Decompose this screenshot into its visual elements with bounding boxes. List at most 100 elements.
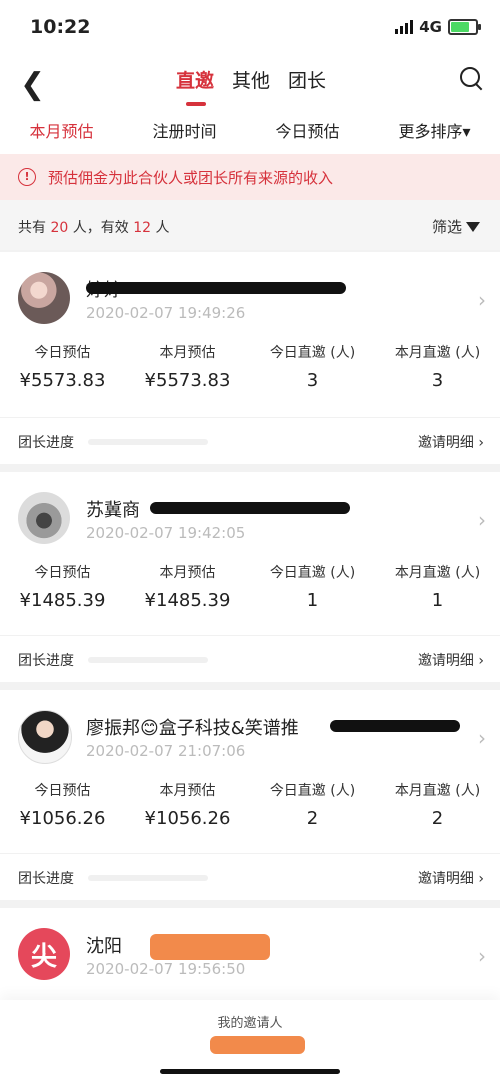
stat-value: ¥5573.83 xyxy=(19,370,106,391)
member-card: 廖振邦😊盒子科技&笑谱推 2020-02-07 21:07:06 › 今日预估 ¥… xyxy=(0,690,500,900)
member-card: 婷婷 2020-02-07 19:49:26 › 今日预估¥5573.83 本月… xyxy=(0,252,500,464)
summary-prefix: 共有 xyxy=(18,220,51,236)
back-icon[interactable]: ❮ xyxy=(20,67,45,102)
chevron-right-icon: › xyxy=(478,435,484,451)
stat-label: 今日预估 xyxy=(34,783,91,799)
card-footer: 团长进度 邀请明细 › xyxy=(0,635,500,682)
summary-suffix: 人 xyxy=(151,220,170,236)
summary-middle: 人，有效 xyxy=(68,220,134,236)
member-date: 2020-02-07 19:42:05 xyxy=(86,524,246,542)
tab-other[interactable]: 其他 xyxy=(232,66,270,93)
tab-direct-invite[interactable]: 直邀 xyxy=(176,66,214,106)
invite-detail-label: 邀请明细 xyxy=(417,653,474,669)
navbar: ❮ 直邀 其他 团长 xyxy=(0,58,500,106)
stat-value: 3 xyxy=(431,370,444,391)
member-date: 2020-02-07 19:56:50 xyxy=(86,960,246,978)
progress-bar xyxy=(88,439,208,445)
stat-label: 今日预估 xyxy=(34,345,91,361)
progress-bar xyxy=(88,657,208,663)
network-label: 4G xyxy=(419,18,442,36)
chevron-right-icon[interactable]: › xyxy=(478,726,486,750)
sort-month-estimate[interactable]: 本月预估 xyxy=(29,118,93,142)
progress-label: 团长进度 xyxy=(18,871,74,887)
filter-button[interactable]: 筛选 xyxy=(432,216,480,237)
avatar xyxy=(18,272,70,324)
progress-bar xyxy=(88,875,208,881)
filter-icon xyxy=(466,221,480,232)
stat-value: 1 xyxy=(306,590,319,611)
chevron-right-icon: › xyxy=(478,653,484,669)
invite-detail-link[interactable]: 邀请明细 › xyxy=(418,432,484,452)
member-stats: 今日预估 ¥1056.26 本月预估 ¥1056.26 今日直邀 (人) 2 本月直邀… xyxy=(0,780,500,829)
stat-value: 3 xyxy=(306,370,319,391)
stat-label: 本月直邀 (人) xyxy=(394,565,481,581)
invite-detail-link[interactable]: 邀请明细 › xyxy=(418,650,484,670)
sort-bar: 本月预估 注册时间 今日预估 更多排序▾ xyxy=(0,106,500,154)
chevron-right-icon[interactable]: › xyxy=(478,944,486,968)
redaction-scribble xyxy=(150,934,270,960)
progress-label: 团长进度 xyxy=(18,653,74,669)
invite-detail-link[interactable]: 邀请明细 › xyxy=(418,868,484,888)
stat-label: 本月预估 xyxy=(159,565,216,581)
battery-icon xyxy=(448,19,481,35)
stat-value: ¥1485.39 xyxy=(144,590,231,611)
chevron-right-icon[interactable]: › xyxy=(478,288,486,312)
member-name: 廖振邦😊盒子科技&笑谱推 xyxy=(86,718,299,739)
card-footer: 团长进度 邀请明细 › xyxy=(0,853,500,900)
member-name: 苏冀商 xyxy=(86,500,140,521)
stat-value: ¥5573.83 xyxy=(144,370,231,391)
inviter-bar: 我的邀请人 盒子 xyxy=(0,1000,500,1082)
chevron-right-icon: › xyxy=(478,871,484,887)
tab-team-leader[interactable]: 团长 xyxy=(288,66,326,93)
redaction-scribble xyxy=(330,720,460,732)
search-icon[interactable] xyxy=(460,67,483,91)
stat-value: ¥1056.26 xyxy=(19,808,106,829)
stat-label: 今日直邀 (人) xyxy=(269,783,356,799)
redaction-scribble xyxy=(150,502,350,514)
stat-label: 本月直邀 (人) xyxy=(394,345,481,361)
redaction-scribble xyxy=(86,282,346,294)
status-bar: 10:22 4G xyxy=(0,0,500,58)
inviter-label: 我的邀请人 xyxy=(217,1016,283,1031)
summary-valid: 12 xyxy=(133,220,152,236)
card-footer: 团长进度 邀请明细 › xyxy=(0,417,500,464)
filter-label: 筛选 xyxy=(431,218,462,236)
member-stats: 今日预估 ¥1485.39 本月预估 ¥1485.39 今日直邀 (人) 1 本月直邀… xyxy=(0,562,500,611)
summary-text: 共有 20 人，有效 12 人 xyxy=(18,217,169,237)
redaction-scribble xyxy=(210,1036,305,1054)
sort-today-estimate[interactable]: 今日预估 xyxy=(275,118,339,142)
brand-logo-icon: 尖 xyxy=(30,941,57,972)
stat-label: 今日直邀 (人) xyxy=(269,565,356,581)
notice-text: 预估佣金为此合伙人或团长所有来源的收入 xyxy=(48,168,334,187)
invite-detail-label: 邀请明细 xyxy=(417,435,474,451)
avatar: 尖 xyxy=(18,928,70,980)
nav-tabs: 直邀 其他 团长 xyxy=(176,66,326,106)
stat-label: 今日预估 xyxy=(34,565,91,581)
stat-value: ¥1485.39 xyxy=(19,590,106,611)
chevron-right-icon[interactable]: › xyxy=(478,508,486,532)
stat-value: 1 xyxy=(431,590,444,611)
sort-more-dropdown[interactable]: 更多排序▾ xyxy=(398,118,470,142)
member-name: 沈阳 xyxy=(86,936,122,957)
progress-label: 团长进度 xyxy=(18,435,74,451)
avatar xyxy=(18,710,72,764)
stat-label: 本月直邀 (人) xyxy=(394,783,481,799)
stat-value: ¥1056.26 xyxy=(144,808,231,829)
notice-banner: ! 预估佣金为此合伙人或团长所有来源的收入 xyxy=(0,154,500,200)
info-icon: ! xyxy=(18,168,36,186)
summary-bar: 共有 20 人，有效 12 人 筛选 xyxy=(0,200,500,250)
summary-total: 20 xyxy=(50,220,69,236)
stat-value: 2 xyxy=(306,808,319,829)
member-date: 2020-02-07 19:49:26 xyxy=(86,304,246,322)
stat-value: 2 xyxy=(431,808,444,829)
member-stats: 今日预估 ¥5573.83 本月预估 ¥5573.83 今日直邀 (人) 3 本月直邀… xyxy=(0,342,500,391)
home-indicator xyxy=(160,1069,340,1074)
stat-label: 今日直邀 (人) xyxy=(269,345,356,361)
stat-label: 本月预估 xyxy=(159,783,216,799)
status-indicators: 4G xyxy=(395,18,481,36)
sort-register-time[interactable]: 注册时间 xyxy=(152,118,216,142)
stat-label: 本月预估 xyxy=(159,345,216,361)
member-card: 苏冀商 2020-02-07 19:42:05 › 今日预估 ¥1485.39 本… xyxy=(0,472,500,682)
status-time: 10:22 xyxy=(30,16,91,38)
avatar xyxy=(18,492,70,544)
